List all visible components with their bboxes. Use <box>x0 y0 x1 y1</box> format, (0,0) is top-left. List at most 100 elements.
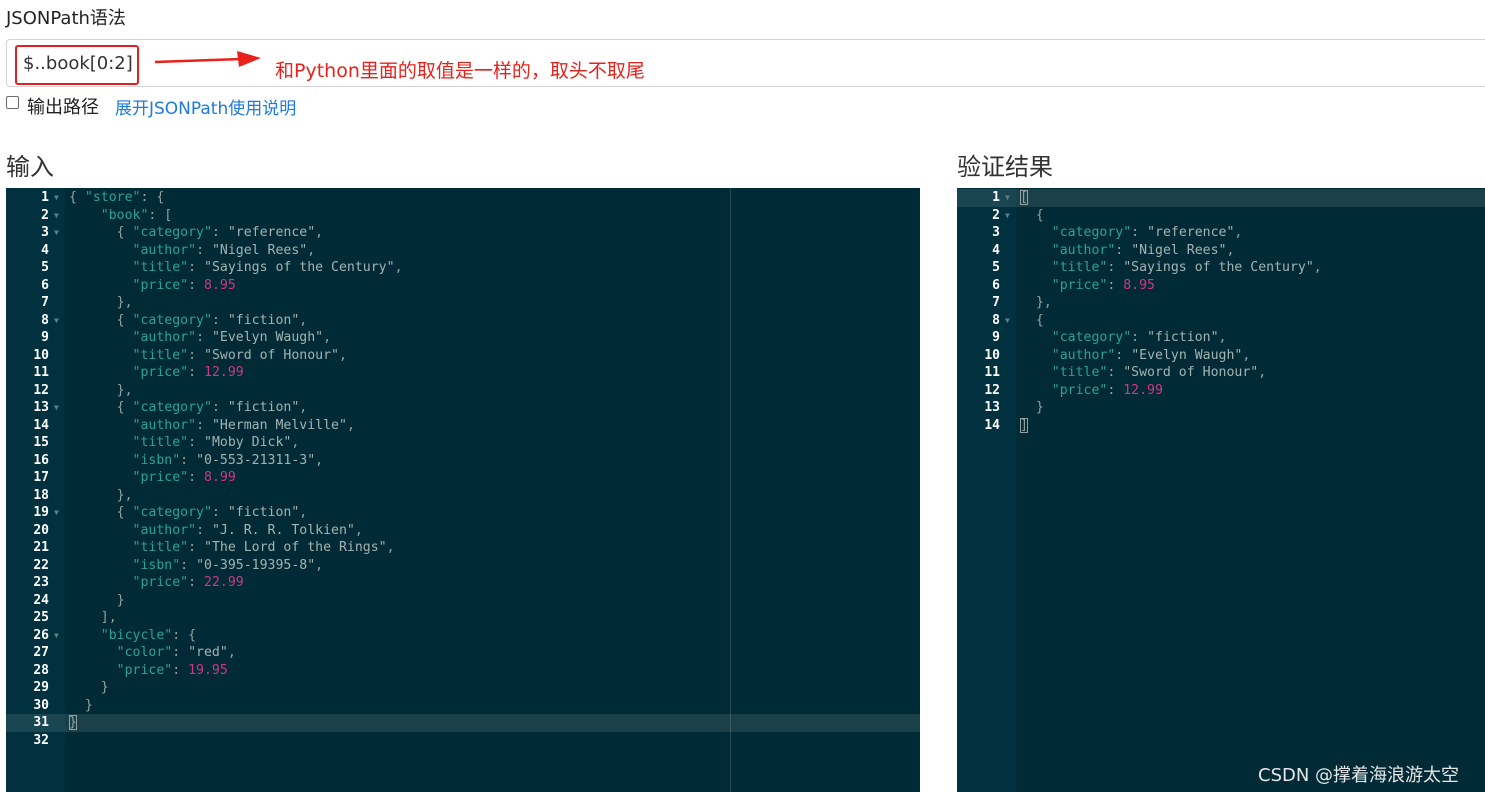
code-line[interactable]: 3 ▼ { "category": "reference", <box>6 224 920 242</box>
code-text: "bicycle": { <box>100 627 197 643</box>
code-line[interactable]: 22 "isbn": "0-395-19395-8", <box>6 557 920 575</box>
fold-toggle-icon[interactable]: ▼ <box>1005 189 1010 207</box>
line-number: 12 <box>984 382 1000 398</box>
code-line[interactable]: 28 "price": 19.95 <box>6 662 920 680</box>
code-line[interactable]: 4 "author": "Nigel Rees", <box>957 242 1485 260</box>
line-number: 12 <box>33 382 49 398</box>
annotation-arrow-icon <box>154 51 261 67</box>
line-number: 20 <box>33 522 49 538</box>
code-line[interactable]: 4 "author": "Nigel Rees", <box>6 242 920 260</box>
code-line[interactable]: 7 }, <box>6 294 920 312</box>
output-path-checkbox[interactable] <box>6 95 19 109</box>
line-number: 22 <box>33 557 49 573</box>
line-number: 9 <box>992 330 1000 345</box>
code-line[interactable]: 5 "title": "Sayings of the Century", <box>6 259 920 277</box>
code-text: } <box>69 680 109 695</box>
code-line[interactable]: 31} <box>6 714 920 732</box>
code-text: "author": "Herman Melville", <box>132 417 355 433</box>
fold-toggle-icon[interactable]: ▼ <box>54 207 59 225</box>
code-line[interactable]: 17 "price": 8.99 <box>6 469 920 487</box>
code-line[interactable]: 10 "author": "Evelyn Waugh", <box>957 347 1485 365</box>
code-line[interactable]: 7 }, <box>957 294 1485 312</box>
query-value[interactable]: $..book[0:2] <box>23 53 133 74</box>
code-line[interactable]: 27 "color": "red", <box>6 644 920 662</box>
code-line[interactable]: 23 "price": 22.99 <box>6 574 920 592</box>
line-number: 7 <box>992 295 1000 310</box>
code-text: }, <box>1020 295 1052 310</box>
code-line[interactable]: 2 ▼ { <box>957 207 1485 225</box>
annotation-text: 和Python里面的取值是一样的，取头不取尾 <box>275 60 645 82</box>
fold-toggle-icon[interactable]: ▼ <box>1005 312 1010 330</box>
code-line[interactable]: 13 } <box>957 399 1485 417</box>
code-text: "price": 12.99 <box>1051 382 1163 398</box>
line-number: 23 <box>33 575 49 590</box>
fold-toggle-icon[interactable]: ▼ <box>54 189 59 207</box>
result-json-editor[interactable]: 1 ▼[2 ▼ {3 "category": "reference", 4 "auth… <box>957 188 1485 792</box>
line-number: 27 <box>33 645 49 660</box>
input-json-editor[interactable]: 1 ▼ { "store": {2 ▼ "book": [3 ▼ { "category… <box>6 188 920 792</box>
code-line[interactable]: 8 ▼ { "category": "fiction", <box>6 312 920 330</box>
code-line[interactable]: 14] <box>957 417 1485 435</box>
code-line[interactable]: 25 ], <box>6 609 920 627</box>
fold-toggle-icon[interactable]: ▼ <box>54 504 59 522</box>
code-text: "category": "fiction", <box>1051 330 1227 345</box>
fold-toggle-icon[interactable]: ▼ <box>54 224 59 242</box>
code-line[interactable]: 21 "title": "The Lord of the Rings", <box>6 539 920 557</box>
line-number: 13 <box>984 400 1000 415</box>
output-path-label[interactable]: 输出路径 <box>27 93 99 119</box>
code-text: }, <box>69 382 133 398</box>
code-line[interactable]: 30 } <box>6 697 920 715</box>
code-text: [ <box>1020 190 1028 205</box>
code-text: { "category": "fiction", <box>69 505 308 520</box>
code-line[interactable]: 32 <box>6 732 920 750</box>
line-number: 30 <box>33 697 49 713</box>
code-line[interactable]: 8 ▼ { <box>957 312 1485 330</box>
fold-toggle-icon[interactable]: ▼ <box>54 312 59 330</box>
code-text: { <box>1020 207 1044 223</box>
code-line[interactable]: 1 ▼ { "store": { <box>6 189 920 207</box>
line-number: 15 <box>33 435 49 450</box>
code-line[interactable]: 19 ▼ { "category": "fiction", <box>6 504 920 522</box>
code-line[interactable]: 3 "category": "reference", <box>957 224 1485 242</box>
code-line[interactable]: 24 } <box>6 592 920 610</box>
code-text: "title": "Sayings of the Century", <box>1051 260 1322 275</box>
code-line[interactable]: 11 "title": "Sword of Honour", <box>957 364 1485 382</box>
code-line[interactable]: 16 "isbn": "0-553-21311-3", <box>6 452 920 470</box>
line-number: 6 <box>41 277 49 293</box>
code-text: "title": "Sayings of the Century", <box>132 260 403 275</box>
code-line[interactable]: 14 "author": "Herman Melville", <box>6 417 920 435</box>
code-line[interactable]: 12 "price": 12.99 <box>957 382 1485 400</box>
code-line[interactable]: 9 "author": "Evelyn Waugh", <box>6 329 920 347</box>
code-text: "author": "Nigel Rees", <box>132 242 316 258</box>
code-text: { "store": { <box>69 190 165 205</box>
line-number: 10 <box>33 347 49 363</box>
code-line[interactable]: 20 "author": "J. R. R. Tolkien", <box>6 522 920 540</box>
line-number: 7 <box>41 295 49 310</box>
code-line[interactable]: 6 "price": 8.95 <box>957 277 1485 295</box>
code-line[interactable]: 1 ▼ [ <box>957 189 1485 207</box>
code-line[interactable]: 18 }, <box>6 487 920 505</box>
code-line[interactable]: 26 ▼ "bicycle": { <box>6 627 920 645</box>
line-number: 14 <box>33 417 49 433</box>
code-text: { "category": "reference", <box>69 225 324 240</box>
code-line[interactable]: 11 "price": 12.99 <box>6 364 920 382</box>
line-number: 8 <box>992 312 1000 328</box>
line-number: 3 <box>41 225 49 240</box>
fold-toggle-icon[interactable]: ▼ <box>54 399 59 417</box>
code-line[interactable]: 13 ▼ { "category": "fiction", <box>6 399 920 417</box>
code-text: "price": 19.95 <box>116 662 228 678</box>
code-line[interactable]: 2 ▼ "book": [ <box>6 207 920 225</box>
fold-toggle-icon[interactable]: ▼ <box>54 627 59 645</box>
code-line[interactable]: 15 "title": "Moby Dick", <box>6 434 920 452</box>
code-line[interactable]: 5 "title": "Sayings of the Century", <box>957 259 1485 277</box>
code-text: "title": "Sword of Honour", <box>1051 365 1267 380</box>
code-text: "isbn": "0-553-21311-3", <box>132 452 324 468</box>
code-line[interactable]: 9 "category": "fiction", <box>957 329 1485 347</box>
fold-toggle-icon[interactable]: ▼ <box>1005 207 1010 225</box>
jsonpath-docs-link[interactable]: 展开JSONPath使用说明 <box>115 94 296 119</box>
code-line[interactable]: 10 "title": "Sword of Honour", <box>6 347 920 365</box>
code-line[interactable]: 29 } <box>6 679 920 697</box>
line-number: 11 <box>33 365 49 380</box>
code-line[interactable]: 6 "price": 8.95 <box>6 277 920 295</box>
code-line[interactable]: 12 }, <box>6 382 920 400</box>
